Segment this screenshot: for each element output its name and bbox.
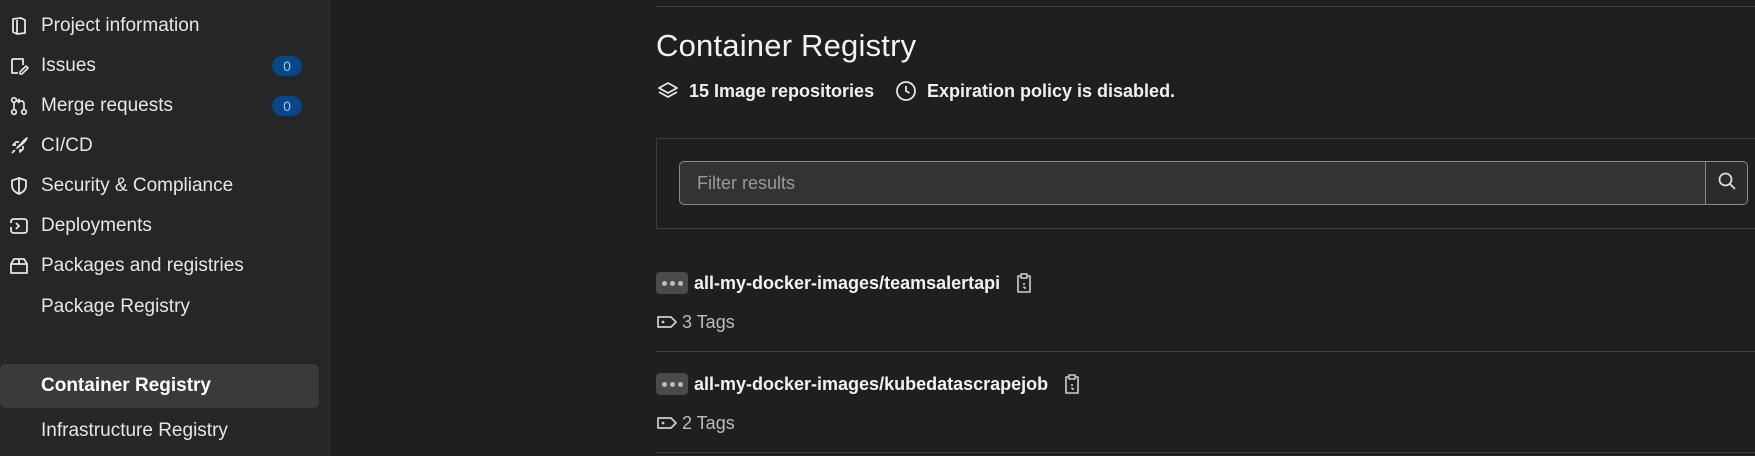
copy-to-clipboard-icon[interactable] bbox=[1012, 270, 1036, 296]
filter-results-input[interactable] bbox=[679, 161, 1705, 205]
divider bbox=[656, 452, 1755, 453]
issues-icon bbox=[8, 55, 30, 77]
divider bbox=[656, 6, 1755, 7]
expiration-policy-status: Expiration policy is disabled. bbox=[894, 78, 1175, 104]
sidebar-item-label: CI/CD bbox=[41, 135, 93, 156]
merge-requests-count-badge: 0 bbox=[272, 96, 302, 116]
sidebar-item-label: Infrastructure Registry bbox=[41, 420, 228, 441]
page-title: Container Registry bbox=[656, 28, 917, 63]
sidebar-item-project-information[interactable]: Project information bbox=[0, 4, 330, 48]
sidebar-item-ci-cd[interactable]: CI/CD bbox=[0, 124, 330, 168]
deployments-icon bbox=[8, 215, 30, 237]
main-content: Container Registry 15 Image repositories… bbox=[330, 0, 1755, 456]
tags-count-text: 3 Tags bbox=[682, 311, 735, 332]
sidebar-item-infrastructure-registry[interactable]: Infrastructure Registry bbox=[0, 409, 330, 453]
sidebar-item-issues[interactable]: Issues 0 bbox=[0, 44, 330, 88]
repository-name-link[interactable]: all-my-docker-images/teamsalertapi bbox=[694, 273, 1000, 294]
rocket-icon bbox=[8, 135, 30, 157]
sidebar: Project information Issues 0 Merge reque… bbox=[0, 0, 330, 456]
sidebar-item-merge-requests[interactable]: Merge requests 0 bbox=[0, 84, 330, 128]
layers-icon bbox=[656, 79, 680, 103]
repo-count-text: 15 Image repositories bbox=[689, 80, 875, 101]
issues-count-badge: 0 bbox=[272, 56, 302, 76]
sidebar-item-label: Deployments bbox=[41, 215, 152, 236]
sidebar-item-deployments[interactable]: Deployments bbox=[0, 204, 330, 248]
tags-count-text: 2 Tags bbox=[682, 412, 735, 433]
merge-request-icon bbox=[8, 95, 30, 117]
sidebar-item-label: Project information bbox=[41, 15, 200, 36]
tags-count: 3 Tags bbox=[656, 309, 735, 335]
sidebar-item-container-registry[interactable]: Container Registry bbox=[0, 364, 319, 408]
clock-icon bbox=[894, 79, 918, 103]
image-repositories-count: 15 Image repositories bbox=[656, 78, 874, 104]
details-toggle-button[interactable] bbox=[656, 272, 688, 294]
copy-to-clipboard-icon[interactable] bbox=[1060, 371, 1084, 397]
sidebar-item-label: Package Registry bbox=[41, 296, 190, 317]
divider bbox=[656, 351, 1755, 352]
search-button[interactable] bbox=[1705, 161, 1748, 205]
sidebar-item-label: Packages and registries bbox=[41, 255, 244, 276]
search-icon bbox=[1717, 171, 1737, 196]
sidebar-item-label: Issues bbox=[41, 55, 96, 76]
sidebar-item-label: Merge requests bbox=[41, 95, 174, 116]
repository-name-link[interactable]: all-my-docker-images/kubedatascrapejob bbox=[694, 374, 1048, 395]
label-icon bbox=[656, 312, 680, 332]
sidebar-item-label: Container Registry bbox=[41, 375, 211, 396]
sidebar-item-packages-registries[interactable]: Packages and registries bbox=[0, 244, 330, 288]
details-toggle-button[interactable] bbox=[656, 373, 688, 395]
sidebar-item-security-compliance[interactable]: Security & Compliance bbox=[0, 164, 330, 208]
expiration-policy-text: Expiration policy is disabled. bbox=[927, 80, 1176, 101]
shield-icon bbox=[8, 175, 30, 197]
tags-count: 2 Tags bbox=[656, 410, 735, 436]
sidebar-item-package-registry[interactable]: Package Registry bbox=[0, 285, 330, 329]
package-icon bbox=[8, 255, 30, 277]
label-icon bbox=[656, 413, 680, 433]
project-info-icon bbox=[8, 15, 30, 37]
sidebar-item-label: Security & Compliance bbox=[41, 175, 234, 196]
